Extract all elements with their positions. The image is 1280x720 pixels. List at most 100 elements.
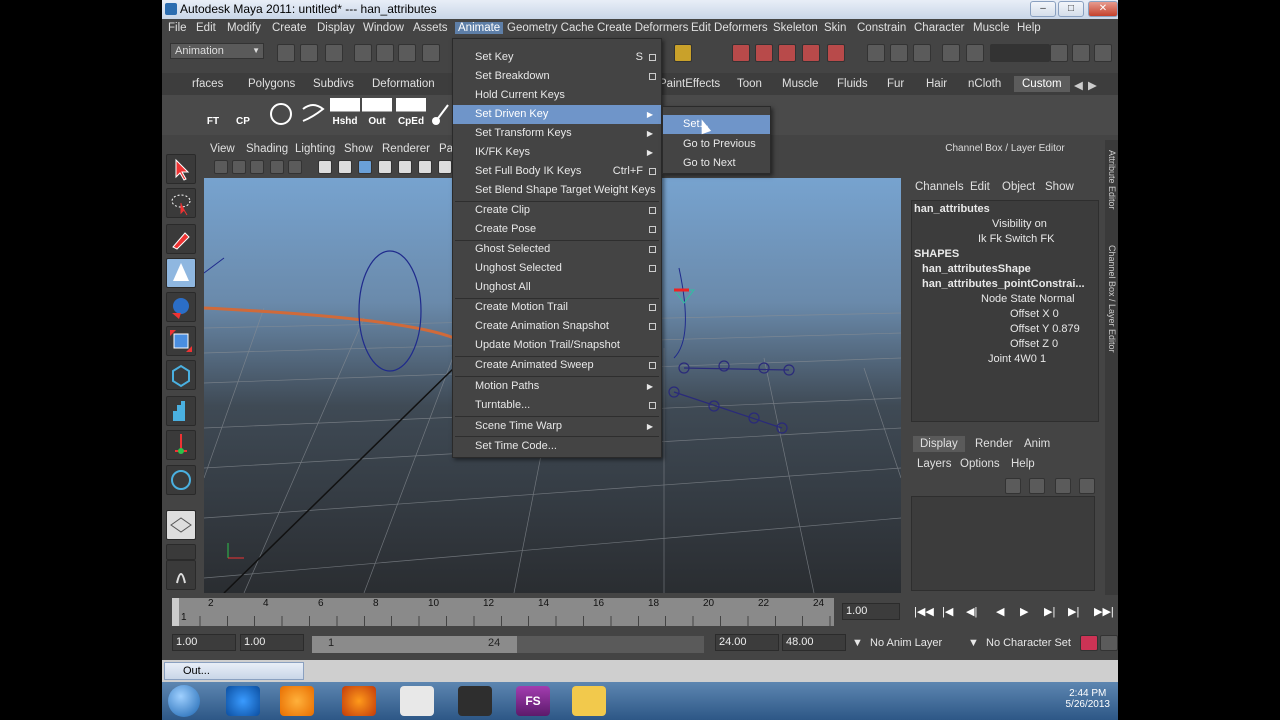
menu-edit-deformers[interactable]: Edit Deformers: [691, 22, 768, 34]
menu-item-unghost-all[interactable]: Unghost All: [453, 278, 661, 297]
shelf-tab-polygons[interactable]: Polygons: [248, 78, 295, 90]
viewport-menu-renderer[interactable]: Renderer: [382, 143, 430, 155]
option-box-icon[interactable]: [649, 54, 656, 61]
step-forward-key-icon[interactable]: ▶|: [1068, 605, 1079, 618]
ipr-render-icon[interactable]: [966, 44, 984, 62]
shelf-button-cped[interactable]: CpEd: [396, 98, 426, 128]
minimized-outliner-window[interactable]: Out...: [164, 662, 304, 680]
menu-item-motion-paths[interactable]: Motion Paths ▶: [453, 377, 661, 396]
shelf-tab-painteffects[interactable]: PaintEffects: [659, 78, 720, 90]
snap-view-plane-icon[interactable]: [802, 44, 820, 62]
viewport-menu-show[interactable]: Show: [344, 143, 373, 155]
open-scene-icon[interactable]: [300, 44, 318, 62]
use-lights-icon[interactable]: [398, 160, 412, 174]
joint-tool-icon[interactable]: [430, 101, 452, 127]
last-used-tool-icon[interactable]: [166, 465, 196, 495]
select-camera-icon[interactable]: [214, 160, 228, 174]
shelf-scroll-left-icon[interactable]: ◀: [1074, 78, 1083, 92]
minimize-button[interactable]: –: [1030, 1, 1056, 17]
shelf-tab-ncloth[interactable]: nCloth: [968, 78, 1001, 90]
make-live-icon[interactable]: [827, 44, 845, 62]
xray-icon[interactable]: [418, 160, 432, 174]
menu-item-set-driven-key[interactable]: Set Driven Key ▶: [453, 105, 661, 124]
bookmark-icon[interactable]: [250, 160, 264, 174]
menu-item-set-full-body-ik-keys[interactable]: Set Full Body IK Keys Ctrl+F: [453, 162, 661, 181]
layer-menu-help[interactable]: Help: [1011, 458, 1035, 470]
viewport-menu-shading[interactable]: Shading: [246, 143, 288, 155]
construction-history-icon[interactable]: [913, 44, 931, 62]
option-box-icon[interactable]: [649, 323, 656, 330]
menu-animate[interactable]: Animate: [455, 22, 504, 34]
menu-edit[interactable]: Edit: [196, 22, 216, 34]
playback-end-field[interactable]: 24.00: [715, 634, 779, 651]
channel-visibility[interactable]: Visibility on: [992, 218, 1097, 230]
viewport-menu-lighting[interactable]: Lighting: [295, 143, 335, 155]
channel-value[interactable]: on: [1035, 218, 1047, 230]
channel-ikfk-switch[interactable]: Ik Fk Switch FK: [978, 233, 1098, 245]
paint-select-tool-icon[interactable]: [166, 224, 196, 254]
save-scene-icon[interactable]: [325, 44, 343, 62]
option-box-icon[interactable]: [649, 362, 656, 369]
shape-node-name[interactable]: han_attributesShape: [922, 263, 1031, 275]
shelf-button-out[interactable]: Out: [362, 98, 392, 128]
channel-joint-weight[interactable]: Joint 4W0 1: [988, 353, 1046, 365]
channel-offset-z[interactable]: Offset Z 0: [1010, 338, 1058, 350]
menu-item-create-clip[interactable]: Create Clip: [453, 201, 661, 220]
wireframe-icon[interactable]: [318, 160, 332, 174]
single-perspective-layout-icon[interactable]: [166, 510, 196, 540]
menu-item-update-motion-trail[interactable]: Update Motion Trail/Snapshot: [453, 336, 661, 355]
cb-menu-object[interactable]: Object: [1002, 181, 1035, 193]
select-hierarchy-icon[interactable]: [354, 44, 372, 62]
tool-settings-toggle-icon[interactable]: [1072, 44, 1090, 62]
select-tool-icon[interactable]: [166, 154, 196, 184]
input-ops-icon[interactable]: [867, 44, 885, 62]
channel-offset-x[interactable]: Offset X 0: [1010, 308, 1059, 320]
curve-tool-icon[interactable]: [300, 101, 326, 127]
channel-box-side-tab[interactable]: Channel Box / Layer Editor: [1106, 245, 1117, 353]
shelf-tab-subdivs[interactable]: Subdivs: [313, 78, 354, 90]
menu-muscle[interactable]: Muscle: [973, 22, 1009, 34]
viewport-menu-view[interactable]: View: [210, 143, 235, 155]
move-tool-icon[interactable]: [166, 258, 196, 288]
step-back-frame-icon[interactable]: ◀|: [966, 605, 977, 618]
shelf-button-hshd[interactable]: Hshd: [330, 98, 360, 128]
channel-node-state[interactable]: Node State Normal: [981, 293, 1075, 305]
soft-mod-tool-icon[interactable]: [166, 396, 196, 426]
circle-tool-icon[interactable]: [268, 101, 294, 127]
lasso-tool-icon[interactable]: [166, 188, 196, 218]
layer-menu-options[interactable]: Options: [960, 458, 1000, 470]
menu-create[interactable]: Create: [272, 22, 307, 34]
menu-item-ikfk-keys[interactable]: IK/FK Keys ▶: [453, 143, 661, 162]
channel-value[interactable]: 0: [1052, 338, 1058, 350]
shelf-tab-fluids[interactable]: Fluids: [837, 78, 868, 90]
play-forwards-icon[interactable]: ▶: [1020, 605, 1028, 618]
option-box-icon[interactable]: [649, 168, 656, 175]
shelf-scroll-right-icon[interactable]: ▶: [1088, 78, 1097, 92]
menu-item-create-animated-sweep[interactable]: Create Animated Sweep: [453, 356, 661, 375]
menu-item-unghost-selected[interactable]: Unghost Selected: [453, 259, 661, 278]
maya-taskbar-icon[interactable]: [458, 686, 492, 716]
anim-layer-dropdown[interactable]: No Anim Layer: [870, 637, 942, 649]
menu-modify[interactable]: Modify: [227, 22, 261, 34]
menu-item-set-breakdown[interactable]: Set Breakdown: [453, 67, 661, 86]
menu-set-dropdown[interactable]: Animation ▼: [170, 43, 264, 59]
media-player-icon[interactable]: [280, 686, 314, 716]
submenu-item-go-to-previous[interactable]: Go to Previous: [663, 135, 770, 154]
four-view-layout-icon[interactable]: [166, 544, 196, 560]
menu-item-set-time-code[interactable]: Set Time Code...: [453, 437, 661, 456]
current-frame-field[interactable]: 1.00: [842, 603, 900, 620]
menu-assets[interactable]: Assets: [413, 22, 448, 34]
menu-geometry-cache[interactable]: Geometry Cache: [507, 22, 594, 34]
mask-icon[interactable]: [422, 44, 440, 62]
manipulator-tool-icon[interactable]: [166, 360, 196, 390]
constraint-node-name[interactable]: han_attributes_pointConstrai...: [922, 278, 1085, 290]
submenu-item-go-to-next[interactable]: Go to Next: [663, 154, 770, 173]
animation-end-field[interactable]: 48.00: [782, 634, 846, 651]
range-slider-thumb[interactable]: 1 24: [312, 636, 517, 653]
outliner-layout-icon[interactable]: [166, 560, 196, 590]
fs-app-icon[interactable]: FS: [516, 686, 550, 716]
anim-preferences-icon[interactable]: [1100, 635, 1118, 651]
viewport-menu-panels[interactable]: Pa: [439, 143, 453, 155]
snap-curve-icon[interactable]: [755, 44, 773, 62]
smooth-shade-icon[interactable]: [338, 160, 352, 174]
